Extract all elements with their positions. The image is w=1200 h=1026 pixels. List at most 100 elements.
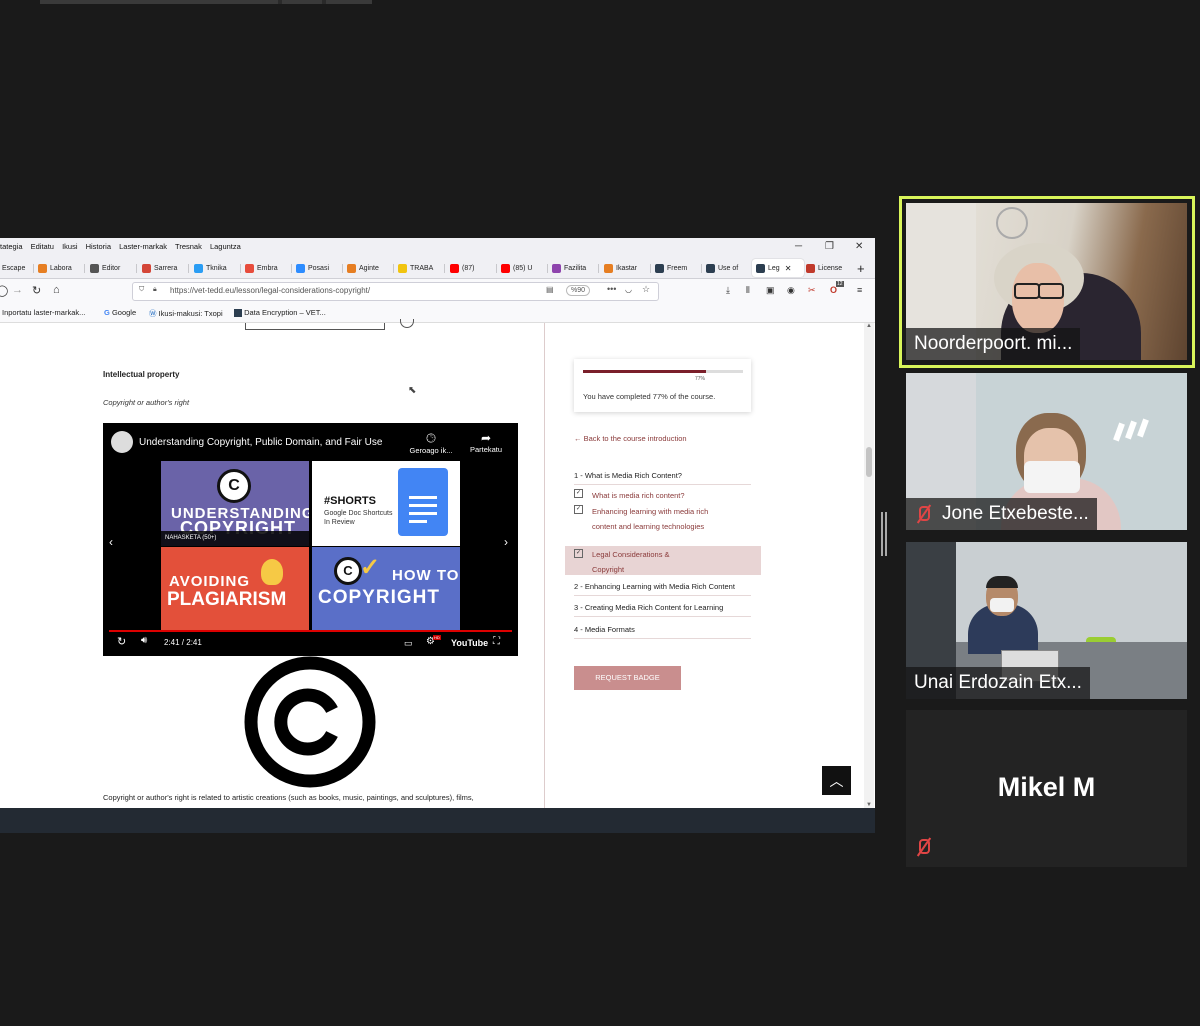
watch-later-button[interactable]: 🕒︎ Geroago ik... — [406, 431, 456, 455]
subtitles-icon[interactable]: ▭ — [404, 638, 413, 649]
minimize-icon[interactable]: ─ — [795, 241, 802, 252]
navigation-bar: ◯ → ↻ ⌂ ⛉ 🔒︎ https://vet-tedd.eu/lesson/… — [0, 279, 875, 303]
tab-15-active[interactable]: Leg ✕ — [752, 259, 804, 277]
reader-view-icon[interactable]: ▤ — [546, 285, 554, 294]
progress-percent-label: 77% — [695, 376, 706, 382]
suggested-video-2[interactable]: #SHORTS Google Doc Shortcuts In Review — [312, 461, 460, 546]
tab-8[interactable]: TRABA — [398, 261, 438, 275]
share-button[interactable]: ➦ Partekatu — [466, 431, 506, 454]
section-4[interactable]: 4 - Media Formats — [574, 625, 751, 639]
menu-item-tools[interactable]: Tresnak — [175, 242, 202, 251]
hamburger-menu-icon[interactable]: ≡ — [857, 285, 862, 295]
download-icon[interactable]: ⤓ — [726, 285, 730, 296]
tab-5[interactable]: Embra — [245, 261, 285, 275]
chevron-up-icon: ︿ — [829, 773, 844, 789]
volume-icon[interactable]: 🔊︎ — [141, 635, 147, 646]
extension-tools-icon[interactable]: ✂ — [808, 285, 816, 296]
replay-icon[interactable]: ↻ — [117, 635, 126, 648]
menu-item-file[interactable]: tategia — [0, 242, 23, 251]
suggested-video-4[interactable]: C ✓ HOW TO COPYRIGHT — [312, 547, 460, 631]
bookmark-import[interactable]: Inportatu laster-markak... — [2, 308, 85, 317]
section-1[interactable]: 1 - What is Media Rich Content? — [574, 471, 751, 485]
request-badge-button[interactable]: REQUEST BADGE — [574, 666, 681, 690]
back-to-intro-link[interactable]: ← Back to the course introduction — [574, 434, 687, 443]
new-tab-icon[interactable]: + — [857, 261, 871, 275]
tab-16[interactable]: License — [806, 261, 848, 275]
mic-muted-icon — [914, 504, 932, 524]
reload-icon[interactable]: ↻ — [32, 284, 41, 297]
prev-arrow-icon[interactable]: ‹ — [109, 535, 113, 549]
section-subheading: Copyright or author's right — [103, 398, 190, 407]
fullscreen-icon[interactable]: ⛶ — [493, 636, 500, 647]
menu-item-help[interactable]: Laguntza — [210, 242, 241, 251]
section-2[interactable]: 2 - Enhancing Learning with Media Rich C… — [574, 582, 751, 596]
lesson-item-current[interactable]: ✓ Legal Considerations & Copyright — [565, 546, 761, 575]
next-arrow-icon[interactable]: › — [504, 535, 508, 549]
menu-item-edit[interactable]: Editatu — [31, 242, 54, 251]
checkbox-checked-icon: ✓ — [574, 489, 583, 498]
mouse-cursor-icon: ⬉ — [408, 385, 417, 396]
suggested-video-3[interactable]: AVOIDING PLAGIARISM — [161, 547, 309, 631]
progress-card: 77% You have completed 77% of the course… — [574, 359, 751, 412]
tab-3[interactable]: Sarrera — [142, 261, 182, 275]
close-tab-icon[interactable]: ✕ — [785, 264, 792, 273]
tab-2[interactable]: Editor — [90, 261, 130, 275]
youtube-video-player[interactable]: Understanding Copyright, Public Domain, … — [103, 423, 518, 656]
youtube-logo[interactable]: YouTube — [451, 638, 488, 648]
pocket-icon[interactable]: ◡ — [625, 285, 632, 294]
participant-tile-4[interactable]: Mikel M — [906, 710, 1187, 867]
more-actions-icon[interactable]: ••• — [607, 284, 616, 294]
tab-0[interactable]: Escape — [2, 261, 30, 275]
channel-avatar[interactable] — [111, 431, 133, 453]
checkbox-checked-icon: ✓ — [574, 549, 583, 558]
home-icon[interactable]: ⌂ — [53, 284, 60, 296]
zoom-level[interactable]: %90 — [566, 285, 591, 296]
tab-4[interactable]: Tknika — [194, 261, 234, 275]
url-text[interactable]: https://vet-tedd.eu/lesson/legal-conside… — [170, 286, 370, 295]
participant-tile-1[interactable]: Noorderpoort. mi... — [906, 203, 1187, 360]
menu-item-history[interactable]: Historia — [86, 242, 111, 251]
participant-tile-2[interactable]: Jone Etxebeste... — [906, 373, 1187, 530]
bookmark-data-encryption[interactable]: Data Encryption – VET... — [234, 308, 326, 318]
suggested-video-1[interactable]: C UNDERSTANDING COPYRIGHT NAHASKETA (50+… — [161, 461, 309, 546]
sidebar-icon[interactable]: ▣ — [766, 285, 775, 296]
panel-resize-handle-2[interactable] — [885, 512, 887, 556]
url-bar[interactable]: ⛉ 🔒︎ https://vet-tedd.eu/lesson/legal-co… — [132, 282, 659, 301]
tab-10[interactable]: (85) U — [501, 261, 541, 275]
library-icon[interactable]: ⫴ — [746, 285, 750, 296]
back-icon[interactable]: ◯ — [0, 284, 8, 297]
section-3[interactable]: 3 - Creating Media Rich Content for Lear… — [574, 603, 751, 617]
tab-9[interactable]: (87) — [450, 261, 490, 275]
tab-11[interactable]: Fazilita — [552, 261, 592, 275]
tab-6[interactable]: Posasi — [296, 261, 336, 275]
menu-item-view[interactable]: Ikusi — [62, 242, 77, 251]
extension-u-icon[interactable]: ◉ — [787, 285, 795, 296]
tab-14[interactable]: Use of — [706, 261, 746, 275]
video-title[interactable]: Understanding Copyright, Public Domain, … — [139, 437, 382, 448]
lesson-item-1[interactable]: ✓ What is media rich content? — [574, 488, 751, 503]
bookmark-star-icon[interactable]: ☆ — [642, 284, 650, 295]
participant-name-1: Noorderpoort. mi... — [906, 328, 1081, 360]
menu-item-bookmarks[interactable]: Laster-markak — [119, 242, 167, 251]
hd-badge: HD — [433, 635, 441, 640]
forward-icon[interactable]: → — [12, 284, 23, 296]
scrollbar-thumb[interactable] — [866, 447, 872, 477]
scroll-to-top-button[interactable]: ︿ — [822, 766, 851, 795]
tab-1[interactable]: Labora — [38, 261, 78, 275]
restore-icon[interactable]: ❐ — [825, 241, 834, 252]
shield-icon[interactable]: ⛉ — [139, 286, 144, 294]
participant-tile-3[interactable]: Unai Erdozain Etx... — [906, 542, 1187, 699]
bookmark-txopi[interactable]: Ⓦ Ikusi-makusi: Txopi — [149, 308, 223, 319]
page-scrollbar[interactable]: ▲ ▼ — [864, 323, 874, 808]
lock-icon[interactable]: 🔒︎ — [153, 286, 157, 294]
tab-12[interactable]: Ikastar — [604, 261, 644, 275]
tab-13[interactable]: Freem — [655, 261, 695, 275]
lesson-item-2[interactable]: ✓ Enhancing learning with media rich con… — [574, 504, 751, 549]
video-progress-bar[interactable] — [109, 630, 512, 632]
menu-bar: tategia Editatu Ikusi Historia Laster-ma… — [0, 238, 875, 258]
close-window-icon[interactable]: ✕ — [855, 241, 863, 252]
tab-7[interactable]: Aginte — [347, 261, 387, 275]
bookmark-google[interactable]: G Google — [104, 308, 136, 317]
google-docs-icon — [398, 468, 448, 536]
panel-resize-handle[interactable] — [881, 512, 883, 556]
